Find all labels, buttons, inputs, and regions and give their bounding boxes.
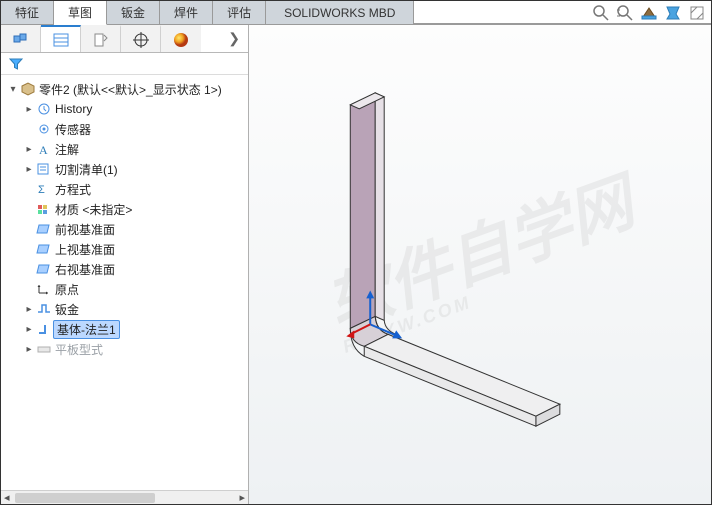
main-area: ❯ ▾ 零件2 (默认<<默认>_显示状态 1>) ▸ History: [1, 25, 711, 504]
annotation-icon: A: [35, 142, 53, 156]
tab-features[interactable]: 特征: [1, 1, 54, 24]
zoom-icon[interactable]: [591, 3, 611, 23]
assembly-icon: [11, 31, 31, 49]
tree-item-label: 方程式: [53, 181, 91, 198]
feature-tree: ▾ 零件2 (默认<<默认>_显示状态 1>) ▸ History ▸ 传感器: [1, 75, 248, 504]
tree-item-cutlist[interactable]: ▸ 切割清单(1): [5, 159, 248, 179]
expand-toggle[interactable]: ▸: [23, 304, 35, 315]
tree-item-material[interactable]: ▸ 材质 <未指定>: [5, 199, 248, 219]
tree-item-sheetmetal[interactable]: ▸ 钣金: [5, 299, 248, 319]
sensor-icon: [35, 122, 53, 136]
svg-text:A: A: [39, 143, 48, 156]
tab-sheetmetal[interactable]: 钣金: [107, 1, 160, 24]
appearance-icon[interactable]: [663, 3, 683, 23]
tree-item-label: 上视基准面: [53, 241, 115, 258]
tree-root[interactable]: ▾ 零件2 (默认<<默认>_显示状态 1>): [5, 79, 248, 99]
tab-weldments[interactable]: 焊件: [160, 1, 213, 24]
tab-mbd[interactable]: SOLIDWORKS MBD: [266, 1, 414, 24]
panel-tabs-overflow[interactable]: ❯: [201, 25, 248, 52]
tree-item-right-plane[interactable]: ▸ 右视基准面: [5, 259, 248, 279]
expand-toggle[interactable]: ▸: [23, 164, 35, 175]
tree-item-equations[interactable]: ▸ Σ 方程式: [5, 179, 248, 199]
section-view-icon[interactable]: [639, 3, 659, 23]
tree-item-label: 钣金: [53, 301, 79, 318]
tab-sketch[interactable]: 草图: [54, 1, 107, 25]
list-icon: [51, 31, 71, 49]
panel-tabs: ❯: [1, 25, 248, 53]
material-icon: [35, 202, 53, 216]
tree-item-annotations[interactable]: ▸ A 注解: [5, 139, 248, 159]
origin-icon: [35, 282, 53, 296]
target-icon: [131, 31, 151, 49]
tree-item-label: 原点: [53, 281, 79, 298]
panel-tab-assembly[interactable]: [1, 25, 41, 52]
tree-item-label: 前视基准面: [53, 221, 115, 238]
history-icon: [35, 102, 53, 116]
tree-item-label: 注解: [53, 141, 79, 158]
expand-toggle[interactable]: ▸: [23, 144, 35, 155]
settings-icon[interactable]: [687, 3, 707, 23]
cutlist-icon: [35, 162, 53, 176]
tree-root-label: 零件2 (默认<<默认>_显示状态 1>): [37, 81, 222, 98]
plane-icon: [35, 222, 53, 236]
expand-toggle[interactable]: ▸: [23, 324, 35, 335]
panel-tab-featuretree[interactable]: [41, 25, 81, 52]
expand-toggle[interactable]: ▸: [23, 104, 35, 115]
panel-tab-property[interactable]: [81, 25, 121, 52]
panel-tab-config[interactable]: [121, 25, 161, 52]
feature-manager-panel: ❯ ▾ 零件2 (默认<<默认>_显示状态 1>) ▸ History: [1, 25, 249, 504]
svg-text:Σ: Σ: [38, 184, 45, 196]
tree-hscrollbar[interactable]: ◂ ▸: [1, 490, 248, 504]
tab-evaluate[interactable]: 评估: [213, 1, 266, 24]
scroll-left-icon[interactable]: ◂: [1, 491, 13, 504]
flatpattern-icon: [35, 342, 53, 356]
tree-item-origin[interactable]: ▸ 原点: [5, 279, 248, 299]
tree-item-label: History: [53, 102, 92, 116]
tree-item-label: 基体-法兰1: [53, 320, 120, 339]
sheetmetal-icon: [35, 302, 53, 316]
part-icon: [19, 82, 37, 96]
funnel-icon[interactable]: [7, 57, 25, 71]
tree-item-baseflange[interactable]: ▸ 基体-法兰1: [5, 319, 248, 339]
equations-icon: Σ: [35, 182, 53, 196]
tree-item-label: 右视基准面: [53, 261, 115, 278]
tree-item-label: 切割清单(1): [53, 161, 118, 178]
plane-icon: [35, 262, 53, 276]
model-render: [249, 25, 711, 504]
expand-toggle[interactable]: ▾: [7, 84, 19, 95]
tree-item-label: 平板型式: [53, 341, 103, 358]
tree-item-label: 材质 <未指定>: [53, 201, 132, 218]
panel-tab-appearance[interactable]: [161, 25, 201, 52]
tree-item-sensors[interactable]: ▸ 传感器: [5, 119, 248, 139]
plane-icon: [35, 242, 53, 256]
tree-filter-bar: [1, 53, 248, 75]
scroll-right-icon[interactable]: ▸: [236, 491, 248, 504]
sphere-icon: [171, 31, 191, 49]
zoom-fit-icon[interactable]: [615, 3, 635, 23]
expand-toggle[interactable]: ▸: [23, 344, 35, 355]
tree-item-front-plane[interactable]: ▸ 前视基准面: [5, 219, 248, 239]
tree-item-top-plane[interactable]: ▸ 上视基准面: [5, 239, 248, 259]
properties-icon: [91, 31, 111, 49]
tree-item-history[interactable]: ▸ History: [5, 99, 248, 119]
tree-item-label: 传感器: [53, 121, 91, 138]
scroll-thumb[interactable]: [15, 493, 155, 503]
baseflange-icon: [35, 322, 53, 336]
view-toolstrip: [591, 3, 707, 23]
graphics-viewport[interactable]: 软件自学网 RJZXW.COM: [249, 25, 711, 504]
tree-item-flatpattern[interactable]: ▸ 平板型式: [5, 339, 248, 359]
